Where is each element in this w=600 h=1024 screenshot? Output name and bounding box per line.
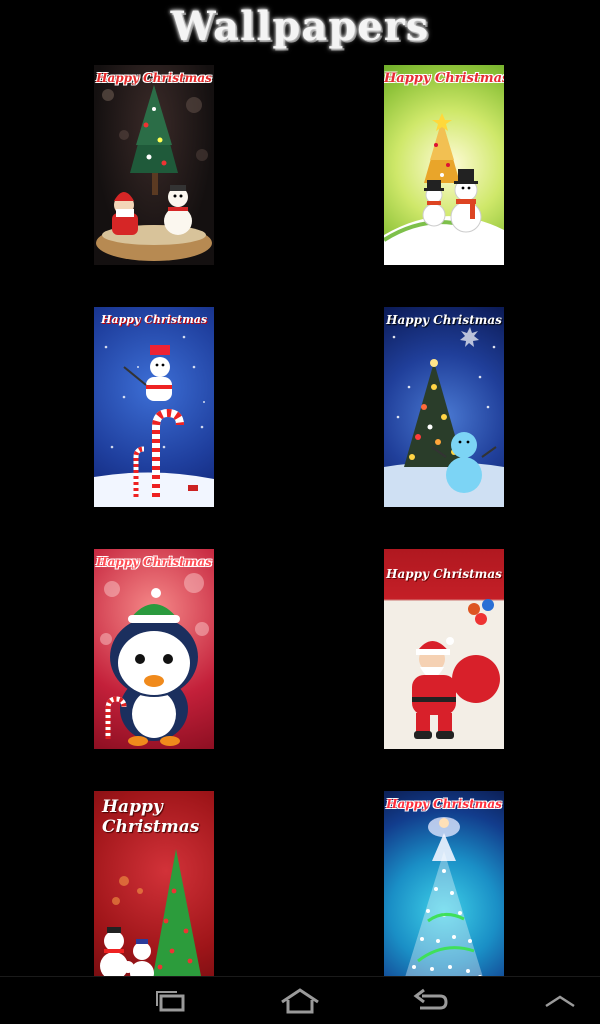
back-icon bbox=[413, 988, 448, 1010]
wallpaper-greeting: Happy Christmas bbox=[386, 567, 502, 581]
lit-tree-snowman-illustration bbox=[384, 327, 504, 507]
wallpaper-greeting: Happy Christmas bbox=[386, 313, 502, 327]
wallpapers-app: Happy Christmas Happy Christmas Happy Ch… bbox=[0, 0, 600, 1024]
angel-star-tree-illustration bbox=[405, 817, 483, 976]
penguin-illustration bbox=[100, 573, 209, 746]
recents-button[interactable] bbox=[130, 977, 210, 1024]
wallpaper-greeting: Happy Christmas bbox=[384, 71, 504, 86]
wallpaper-thumbnail[interactable]: Happy Christmas bbox=[94, 65, 214, 265]
wallpaper-thumbnail[interactable]: Happy Christmas bbox=[384, 791, 504, 976]
wallpaper-thumbnail[interactable]: Happy Christmas bbox=[384, 549, 504, 749]
header: Wallpapers bbox=[0, 0, 600, 56]
tree-santa-snowman-illustration bbox=[96, 85, 212, 261]
wallpaper-grid: Happy Christmas Happy Christmas Happy Ch… bbox=[0, 0, 600, 976]
wallpaper-thumbnail[interactable]: Happy Christmas bbox=[384, 65, 504, 265]
system-navigation-bar bbox=[0, 976, 600, 1024]
wallpaper-greeting: Happy Christmas bbox=[102, 797, 200, 837]
wallpaper-greeting: Happy Christmas bbox=[100, 313, 208, 326]
wallpaper-thumbnail[interactable]: Happy Christmas bbox=[384, 307, 504, 507]
wallpaper-greeting: Happy Christmas bbox=[96, 71, 212, 85]
snowmen-golden-tree-illustration bbox=[384, 113, 504, 265]
home-button[interactable] bbox=[260, 977, 340, 1024]
snowman-candy-cane-illustration bbox=[94, 335, 214, 507]
wallpaper-thumbnail[interactable]: Happy Christmas bbox=[94, 549, 214, 749]
wallpaper-thumbnail[interactable]: Happy Christmas bbox=[94, 791, 214, 976]
menu-up-button[interactable] bbox=[520, 977, 600, 1024]
wallpaper-thumbnail[interactable]: Happy Christmas bbox=[94, 307, 214, 507]
wallpaper-greeting: Happy Christmas bbox=[386, 797, 502, 811]
home-icon bbox=[281, 988, 319, 1014]
recents-icon bbox=[156, 991, 185, 1012]
menu-up-icon bbox=[545, 995, 575, 1008]
wallpaper-greeting: Happy Christmas bbox=[96, 555, 212, 569]
page-title: Wallpapers bbox=[170, 2, 430, 50]
back-button[interactable] bbox=[390, 977, 470, 1024]
